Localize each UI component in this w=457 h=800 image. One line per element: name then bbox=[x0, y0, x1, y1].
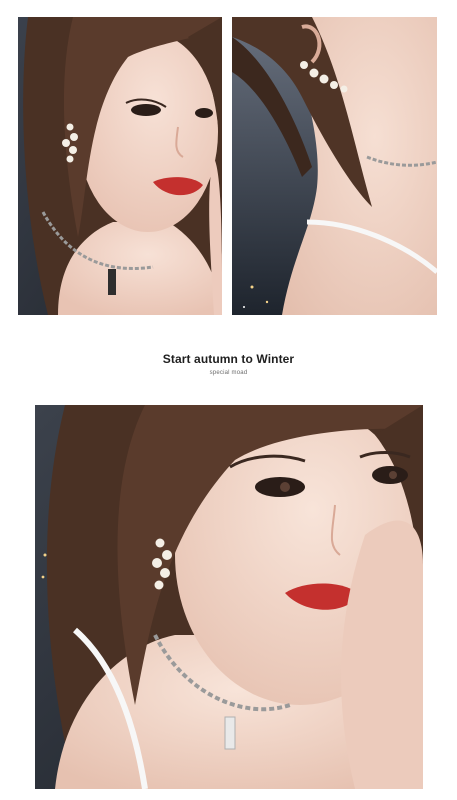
photo-bottom bbox=[35, 405, 423, 789]
portrait-photo-icon bbox=[35, 405, 423, 789]
caption-subtitle: special moad bbox=[209, 370, 248, 376]
portrait-photo-icon bbox=[18, 17, 222, 315]
photo-top-right bbox=[232, 17, 437, 315]
caption-title: Start autumn to Winter bbox=[162, 352, 295, 366]
earring-closeup-photo-icon bbox=[232, 17, 437, 315]
photo-top-left bbox=[18, 17, 222, 315]
